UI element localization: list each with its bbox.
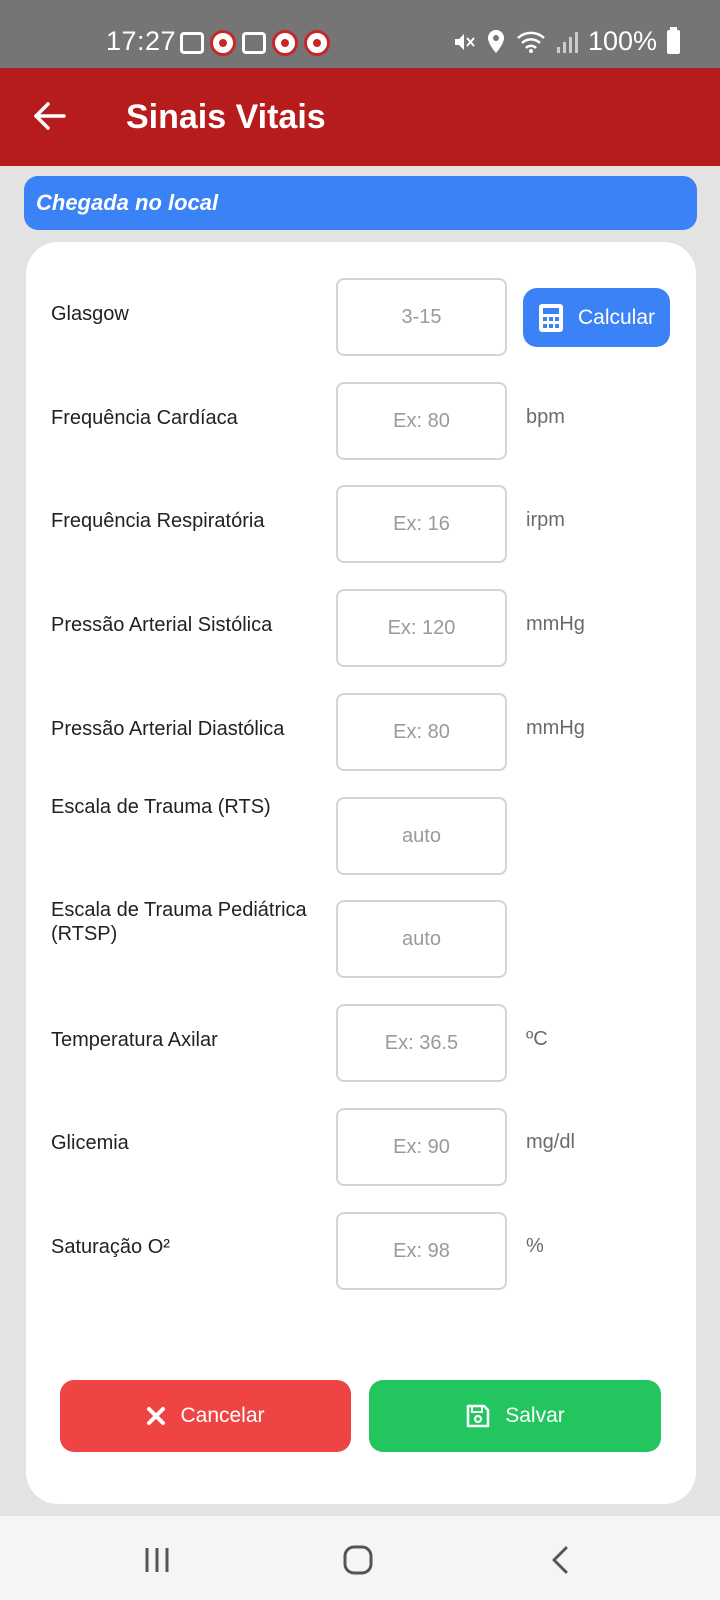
- oxygen-saturation-label: Saturação O²: [51, 1236, 170, 1258]
- glasgow-input[interactable]: [336, 278, 507, 356]
- battery-percent: 100%: [587, 26, 657, 56]
- section-header: Chegada no local: [24, 176, 697, 230]
- image-icon: [242, 32, 266, 54]
- close-icon: [147, 1407, 166, 1425]
- vitals-form-card: Glasgow Calcular Frequência Cardíaca bpm…: [26, 242, 696, 1504]
- voicemail-icon: [180, 32, 204, 54]
- temperature-label: Temperatura Axilar: [51, 1029, 218, 1051]
- app-notification-icon: [210, 30, 236, 56]
- calculate-button[interactable]: Calcular: [523, 288, 670, 347]
- systolic-pressure-label: Pressão Arterial Sistólica: [51, 614, 273, 636]
- heart-rate-unit: bpm: [526, 406, 565, 428]
- status-time: 17:27: [106, 26, 177, 56]
- glycemia-label: Glicemia: [51, 1132, 129, 1154]
- save-button[interactable]: Salvar: [369, 1380, 661, 1452]
- calculate-label: Calcular: [577, 305, 656, 329]
- rts-label: Escala de Trauma (RTS): [51, 796, 271, 818]
- rtsp-label: Escala de Trauma Pediátrica (RTSP): [51, 899, 307, 945]
- recent-apps-icon: [145, 1548, 169, 1572]
- cancel-label: Cancelar: [180, 1404, 265, 1427]
- systolic-pressure-input[interactable]: [336, 589, 507, 667]
- respiratory-rate-input[interactable]: [336, 485, 507, 563]
- mute-icon: [454, 33, 475, 50]
- arrow-left-icon: [34, 102, 66, 130]
- status-bar: 17:27 100%: [0, 0, 720, 68]
- home-button[interactable]: [338, 1540, 378, 1580]
- rtsp-input[interactable]: [336, 900, 507, 978]
- app-notification-icon: [304, 30, 330, 56]
- system-nav-bar: [0, 1516, 720, 1600]
- wifi-icon: [517, 31, 545, 53]
- oxygen-saturation-input[interactable]: [336, 1212, 507, 1290]
- status-right: 100%: [452, 26, 680, 57]
- heart-rate-input[interactable]: [336, 382, 507, 460]
- back-button[interactable]: [30, 96, 70, 136]
- floppy-disk-icon: [466, 1404, 490, 1428]
- systolic-pressure-unit: mmHg: [526, 613, 585, 635]
- temperature-unit: ºC: [526, 1028, 548, 1050]
- nav-back-button[interactable]: [540, 1540, 580, 1580]
- location-icon: [487, 29, 504, 53]
- home-icon: [343, 1545, 373, 1575]
- recent-apps-button[interactable]: [137, 1540, 177, 1580]
- chevron-left-icon: [552, 1546, 568, 1574]
- app-bar: Sinais Vitais: [0, 68, 720, 166]
- heart-rate-label: Frequência Cardíaca: [51, 407, 238, 429]
- glycemia-unit: mg/dl: [526, 1131, 575, 1153]
- respiratory-rate-unit: irpm: [526, 509, 565, 531]
- oxygen-saturation-unit: %: [526, 1235, 544, 1257]
- temperature-input[interactable]: [336, 1004, 507, 1082]
- glycemia-input[interactable]: [336, 1108, 507, 1186]
- respiratory-rate-label: Frequência Respiratória: [51, 510, 265, 532]
- rts-input[interactable]: [336, 797, 507, 875]
- battery-icon: [667, 26, 680, 54]
- glasgow-label: Glasgow: [51, 303, 129, 325]
- notification-icons: [180, 30, 330, 56]
- diastolic-pressure-input[interactable]: [336, 693, 507, 771]
- calculator-icon: [538, 303, 563, 332]
- save-label: Salvar: [505, 1404, 565, 1427]
- diastolic-pressure-label: Pressão Arterial Diastólica: [51, 718, 285, 740]
- app-notification-icon: [272, 30, 298, 56]
- diastolic-pressure-unit: mmHg: [526, 717, 585, 739]
- signal-icon: [556, 31, 578, 53]
- page-title: Sinais Vitais: [126, 98, 326, 136]
- cancel-button[interactable]: Cancelar: [60, 1380, 351, 1452]
